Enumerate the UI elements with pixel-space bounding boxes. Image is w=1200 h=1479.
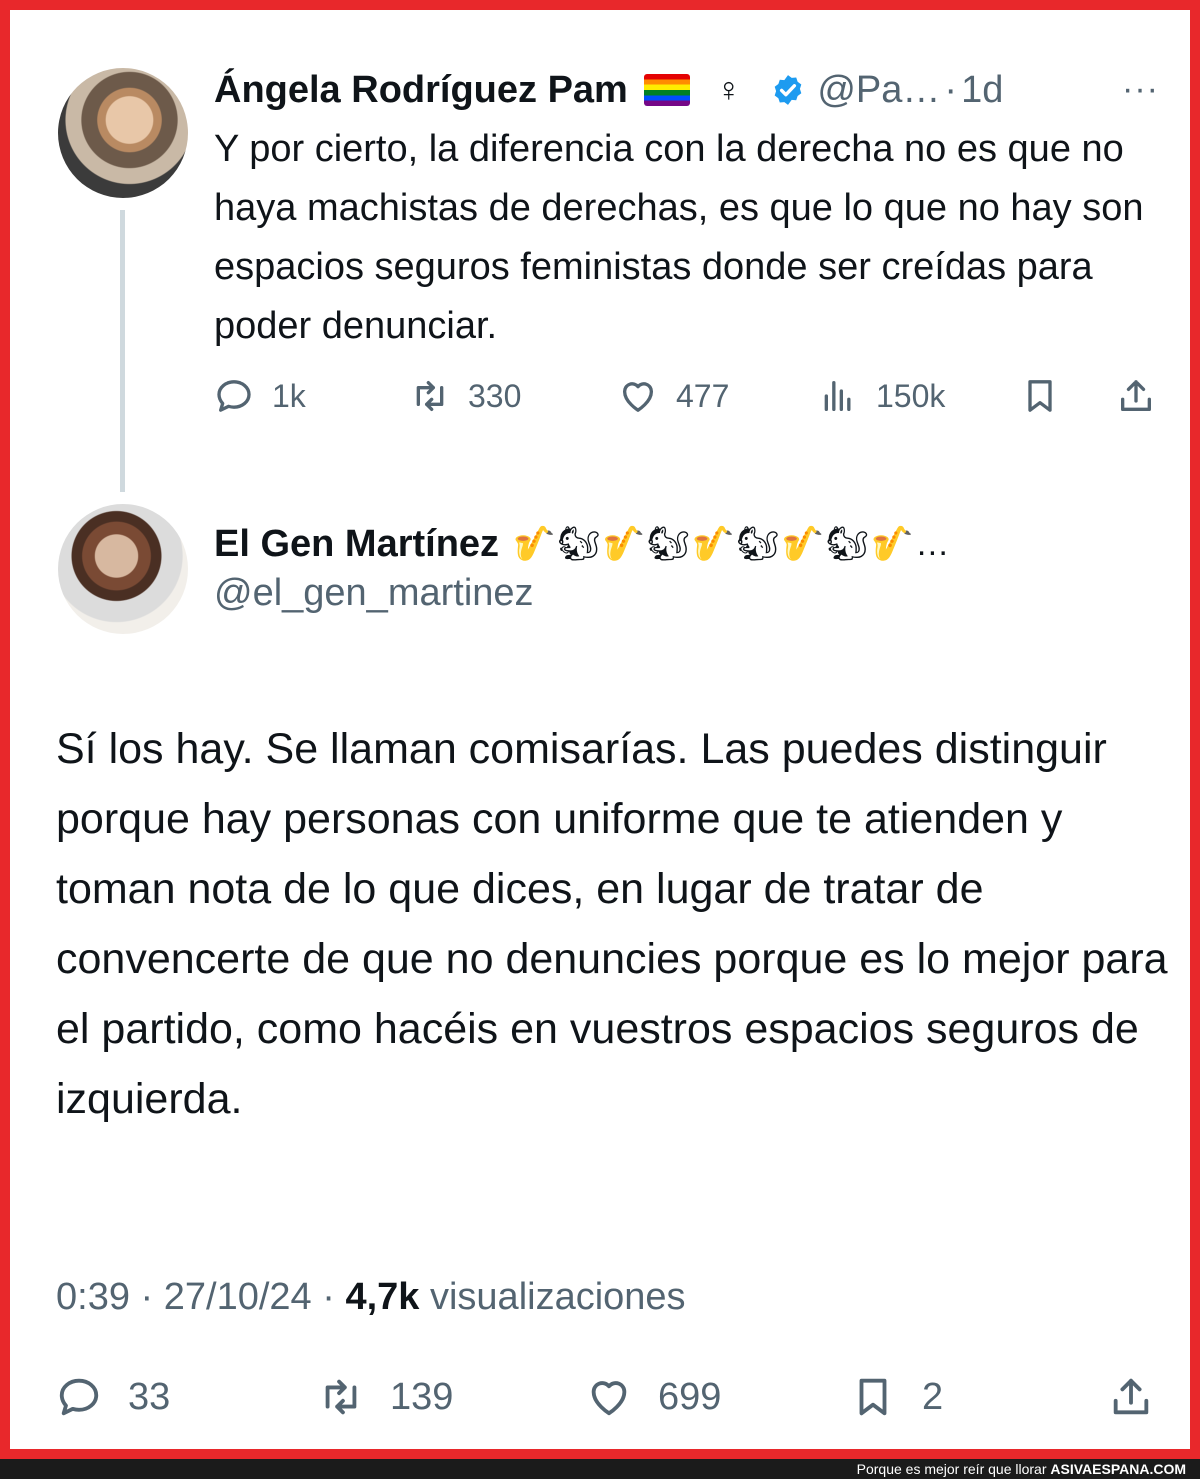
avatar[interactable]	[58, 504, 188, 634]
more-options-icon[interactable]: ···	[1122, 70, 1159, 109]
tweet-time[interactable]: 1d	[961, 69, 1003, 112]
reply-button[interactable]: 33	[56, 1374, 170, 1420]
tweet-text: Y por cierto, la diferencia con la derec…	[214, 128, 1144, 347]
author-name[interactable]: Ángela Rodríguez Pam	[214, 69, 628, 112]
heart-icon	[623, 382, 653, 412]
reply-count: 33	[128, 1375, 171, 1418]
views-chart-icon	[824, 381, 851, 411]
retweet-icon	[416, 381, 444, 411]
views-count: 150k	[876, 377, 946, 414]
reply-text: Sí los hay. Se llaman comisarías. Las pu…	[56, 725, 1168, 1123]
reply-action-bar: 33 139 699 2	[56, 1374, 1166, 1434]
bookmark-button[interactable]: 2	[850, 1374, 943, 1420]
rainbow-flag-icon	[643, 74, 690, 106]
separator-dot: ·	[944, 68, 958, 111]
separator-dot: ·	[322, 1276, 335, 1318]
screenshot-frame: Ángela Rodríguez Pam ♀ @Pa… · 1d ··· Y p…	[0, 0, 1200, 1459]
share-icon	[1113, 1378, 1149, 1415]
tweet-header: Ángela Rodríguez Pam ♀ @Pa… · 1d	[214, 64, 1003, 116]
bookmark-icon	[859, 1378, 887, 1416]
footer-tagline: Porque es mejor reír que llorar	[856, 1461, 1047, 1477]
avatar[interactable]	[58, 68, 188, 198]
tweet-date[interactable]: 27/10/24	[164, 1276, 312, 1318]
bookmark-count: 2	[922, 1375, 944, 1418]
reply-button[interactable]: 1k	[214, 376, 306, 416]
name-emojis: 🎷🐿🎷🐿🎷🐿🎷🐿🎷…	[513, 525, 952, 563]
retweet-button[interactable]: 330	[410, 376, 521, 416]
footer-site[interactable]: ASIVAESPANA.COM	[1050, 1461, 1186, 1477]
heart-icon	[591, 1381, 627, 1416]
views-count: 4,7k	[345, 1276, 420, 1318]
retweet-count: 330	[468, 377, 522, 414]
share-icon	[1121, 380, 1151, 411]
share-button[interactable]	[1108, 1374, 1154, 1420]
reply-count: 1k	[272, 377, 306, 414]
retweet-button[interactable]: 139	[318, 1374, 453, 1420]
author-name[interactable]: El Gen Martínez	[214, 523, 499, 566]
retweet-count: 139	[390, 1375, 454, 1418]
bookmark-icon	[1028, 380, 1052, 412]
like-button[interactable]: 477	[618, 376, 729, 416]
share-button[interactable]	[1116, 376, 1156, 416]
reply-header: El Gen Martínez 🎷🐿🎷🐿🎷🐿🎷🐿🎷…	[214, 518, 951, 570]
views-button[interactable]: 150k	[818, 376, 945, 416]
female-sign-icon: ♀	[715, 70, 742, 109]
bookmark-button[interactable]	[1020, 376, 1060, 416]
reply-icon	[217, 380, 251, 412]
tweet-meta: 0:39 · 27/10/24 · 4,7k visualizaciones	[56, 1276, 686, 1319]
thread-connector-line	[120, 210, 125, 492]
tweet-action-bar: 1k 330 477 150k	[214, 376, 1164, 428]
watermark-footer: Porque es mejor reír que llorar ASIVAESP…	[0, 1459, 1200, 1479]
tweet-time[interactable]: 0:39	[56, 1276, 130, 1318]
retweet-icon	[325, 1379, 357, 1415]
like-count: 477	[676, 377, 730, 414]
separator-dot: ·	[140, 1276, 154, 1318]
views-label: visualizaciones	[429, 1276, 686, 1318]
author-handle[interactable]: @Pa…	[817, 69, 940, 112]
reply-icon	[59, 1378, 99, 1416]
like-count: 699	[658, 1375, 722, 1418]
verified-badge-icon	[775, 75, 802, 105]
like-button[interactable]: 699	[586, 1374, 721, 1420]
author-handle[interactable]: @el_gen_martinez	[214, 572, 534, 615]
